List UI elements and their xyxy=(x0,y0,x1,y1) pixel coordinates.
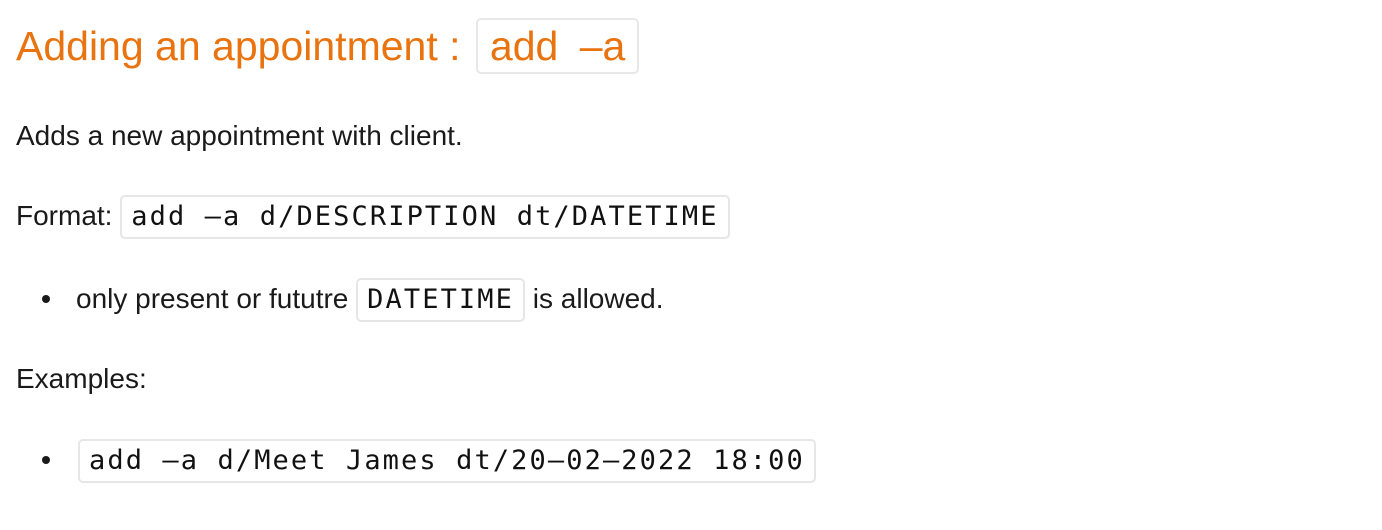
page-title: Adding an appointment : add –a xyxy=(16,18,640,74)
bullet-icon xyxy=(42,295,50,303)
examples-label: Examples: xyxy=(16,363,147,394)
note-text-after: is allowed. xyxy=(532,283,664,314)
example-code: add –a d/Meet James dt/20–02–2022 18:00 xyxy=(78,439,816,483)
title-text: Adding an appointment : xyxy=(16,23,461,69)
description: Adds a new appointment with client. xyxy=(16,120,463,151)
format-line: Format: add –a d/DESCRIPTION dt/DATETIME xyxy=(16,194,730,239)
note-text: only present or fututre xyxy=(76,283,349,314)
format-code: add –a d/DESCRIPTION dt/DATETIME xyxy=(120,195,730,239)
format-label: Format: xyxy=(16,200,113,231)
bullet-icon xyxy=(42,456,50,464)
example-item: add –a d/Meet James dt/20–02–2022 18:00 xyxy=(78,438,816,483)
title-command-code: add –a xyxy=(475,18,640,74)
note-item: only present or fututre DATETIME is allo… xyxy=(76,277,664,322)
note-code: DATETIME xyxy=(356,278,525,322)
